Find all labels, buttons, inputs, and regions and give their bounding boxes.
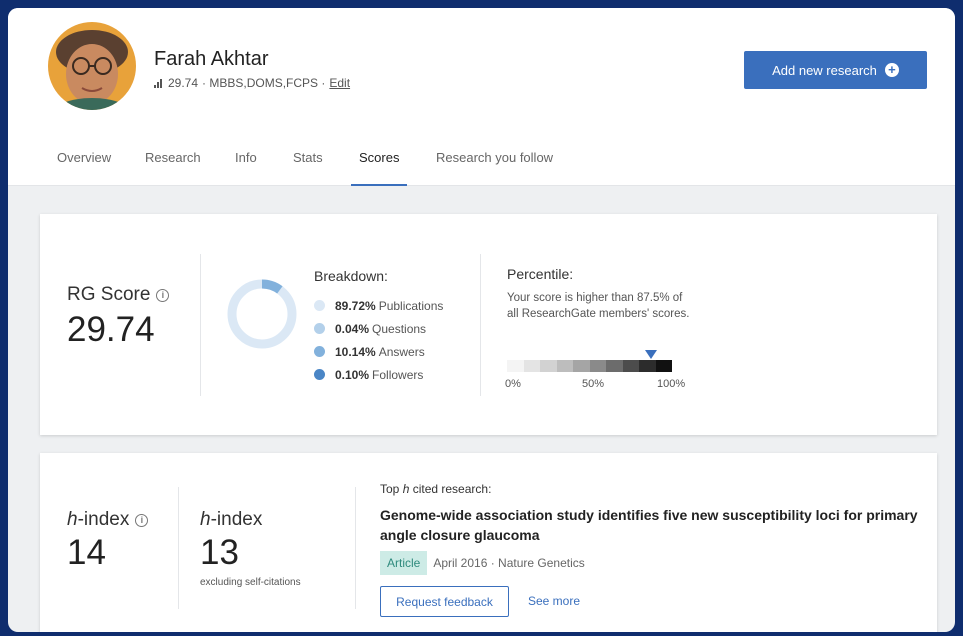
tab-overview[interactable]: Overview bbox=[57, 138, 111, 186]
rg-score-label-text: RG Score bbox=[67, 284, 151, 305]
breakdown-label: Followers bbox=[372, 367, 424, 382]
see-more-link[interactable]: See more bbox=[528, 594, 580, 608]
h-index-value: 14 bbox=[67, 533, 106, 572]
breakdown-label: Answers bbox=[378, 344, 425, 359]
profile-credentials: · MBBS,DOMS,FCPS · bbox=[202, 76, 326, 90]
paper-meta: Article April 2016 · Nature Genetics bbox=[380, 551, 585, 575]
breakdown-label: Questions bbox=[372, 321, 427, 336]
breakdown-donut-chart bbox=[227, 279, 297, 349]
h-italic: h bbox=[67, 509, 78, 530]
plus-circle-icon: + bbox=[884, 63, 899, 77]
add-new-research-button[interactable]: Add new research + bbox=[744, 51, 927, 89]
legend-dot bbox=[314, 369, 325, 380]
legend-dot bbox=[314, 323, 325, 334]
h-index-excl-value: 13 bbox=[200, 533, 239, 572]
top-cited-post: cited research: bbox=[409, 482, 492, 496]
edit-link[interactable]: Edit bbox=[329, 76, 350, 90]
paper-title-link[interactable]: Genome-wide association study identifies… bbox=[380, 505, 925, 545]
h-index-excl-label: h-index bbox=[200, 509, 262, 531]
donut-segment-publications bbox=[227, 279, 297, 349]
legend-dot bbox=[314, 300, 325, 311]
tab-research-you-follow[interactable]: Research you follow bbox=[436, 138, 553, 186]
divider bbox=[200, 254, 201, 396]
breakdown-pct: 0.10% bbox=[335, 367, 370, 382]
h-italic: h bbox=[200, 509, 211, 530]
h-index-excl-subtitle: excluding self-citations bbox=[200, 577, 301, 588]
breakdown-list: 89.72% Publications 0.04% Questions 10.1… bbox=[314, 294, 443, 386]
article-badge: Article bbox=[380, 551, 428, 575]
tab-stats[interactable]: Stats bbox=[293, 138, 323, 186]
profile-tabs: Overview Research Info Stats Scores Rese… bbox=[8, 138, 955, 186]
rg-score-bars-icon bbox=[154, 78, 162, 88]
add-new-research-label: Add new research bbox=[772, 62, 877, 78]
paper-meta-text: April 2016 · Nature Genetics bbox=[433, 556, 585, 570]
profile-score: 29.74 bbox=[168, 76, 199, 90]
percentile-title: Percentile: bbox=[507, 266, 574, 282]
breakdown-item-followers: 0.10% Followers bbox=[314, 363, 443, 386]
divider bbox=[178, 487, 179, 609]
percentile-tick-100: 100% bbox=[657, 378, 686, 390]
avatar-image bbox=[48, 22, 136, 110]
profile-name: Farah Akhtar bbox=[154, 48, 269, 70]
breakdown-title: Breakdown: bbox=[314, 268, 388, 284]
breakdown-label: Publications bbox=[378, 298, 444, 313]
tab-research[interactable]: Research bbox=[145, 138, 201, 186]
profile-subline: 29.74 · MBBS,DOMS,FCPS · Edit bbox=[154, 76, 350, 90]
h-index-card: h-index i 14 h-index 13 excluding self-c… bbox=[40, 453, 937, 632]
percentile-marker-icon bbox=[645, 350, 658, 359]
profile-header: Farah Akhtar 29.74 · MBBS,DOMS,FCPS · Ed… bbox=[8, 8, 955, 186]
percentile-tick-0: 0% bbox=[505, 378, 521, 390]
breakdown-item-answers: 10.14% Answers bbox=[314, 340, 443, 363]
tab-scores[interactable]: Scores bbox=[351, 138, 408, 186]
legend-dot bbox=[314, 346, 325, 357]
tab-info[interactable]: Info bbox=[235, 138, 257, 186]
h-index-label-text: -index bbox=[77, 509, 130, 530]
divider bbox=[480, 254, 481, 396]
breakdown-pct: 89.72% bbox=[335, 298, 376, 313]
avatar[interactable] bbox=[48, 22, 136, 110]
info-icon[interactable]: i bbox=[156, 288, 170, 302]
breakdown-item-questions: 0.04% Questions bbox=[314, 317, 443, 340]
info-icon[interactable]: i bbox=[135, 513, 149, 527]
percentile-tick-50: 50% bbox=[582, 378, 605, 390]
rg-score-label: RG Score i bbox=[67, 284, 170, 306]
percentile-bar bbox=[507, 360, 672, 372]
top-cited-pre: Top bbox=[380, 482, 403, 496]
request-feedback-button[interactable]: Request feedback bbox=[380, 586, 509, 617]
top-cited-label: Top h cited research: bbox=[380, 482, 491, 496]
h-index-label: h-index i bbox=[67, 509, 149, 531]
breakdown-item-publications: 89.72% Publications bbox=[314, 294, 443, 317]
rg-score-value: 29.74 bbox=[67, 310, 155, 349]
rg-score-card: RG Score i 29.74 Breakdown: 89.72% Publi… bbox=[40, 214, 937, 435]
percentile-text: Your score is higher than 87.5% of all R… bbox=[507, 292, 690, 320]
breakdown-pct: 10.14% bbox=[335, 344, 376, 359]
divider bbox=[355, 487, 356, 609]
breakdown-pct: 0.04% bbox=[335, 321, 370, 336]
app-window: Farah Akhtar 29.74 · MBBS,DOMS,FCPS · Ed… bbox=[8, 8, 955, 632]
h-index-excl-label-text: -index bbox=[210, 509, 263, 530]
